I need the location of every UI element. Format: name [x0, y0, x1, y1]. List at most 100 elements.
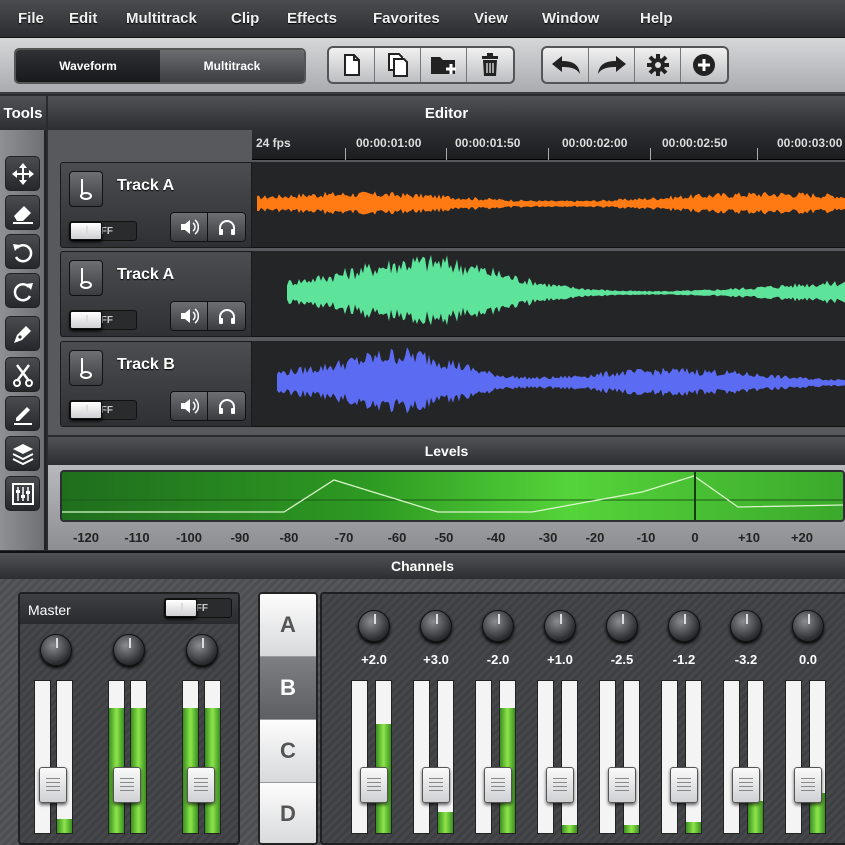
track-name: Track B [117, 356, 175, 373]
headphones-icon [218, 309, 235, 324]
menu-effects[interactable]: Effects [287, 10, 337, 27]
tab-multitrack[interactable]: Multitrack [160, 50, 304, 82]
channel-knob[interactable] [668, 610, 700, 642]
track-header: Track A OFF [60, 162, 252, 248]
add-icon [693, 54, 715, 76]
menu-help[interactable]: Help [640, 10, 673, 27]
move-tool-button[interactable] [5, 156, 40, 191]
bank-c-button[interactable]: C [260, 720, 316, 783]
level-scale-label: -90 [230, 530, 250, 545]
fader-handle[interactable] [484, 767, 512, 803]
fader-handle[interactable] [187, 767, 215, 803]
track-instrument-button[interactable] [69, 171, 103, 207]
channel-knob[interactable] [606, 610, 638, 642]
menu-favorites[interactable]: Favorites [373, 10, 440, 27]
fader-track [623, 680, 640, 834]
undo-button[interactable] [543, 48, 589, 82]
fader-track [537, 680, 554, 834]
pencil-tool-button[interactable] [5, 396, 40, 431]
redo-button[interactable] [589, 48, 635, 82]
pen-tool-button[interactable] [5, 316, 40, 351]
waveform [257, 191, 845, 215]
rotate-right-tool-button[interactable] [5, 273, 40, 308]
ruler-tick [757, 148, 758, 160]
timeline-ruler[interactable]: 24 fps 00:00:01:00 00:00:01:50 00:00:02:… [252, 130, 845, 160]
fader-track [130, 680, 147, 834]
channel-knob[interactable] [358, 610, 390, 642]
fader-handle[interactable] [732, 767, 760, 803]
copy-button[interactable] [375, 48, 421, 82]
new-folder-button[interactable] [421, 48, 467, 82]
new-file-icon [343, 54, 360, 76]
delete-button[interactable] [467, 48, 513, 82]
fader-track [437, 680, 454, 834]
track-lane[interactable] [252, 341, 845, 427]
channel-knob[interactable] [730, 610, 762, 642]
track-lane[interactable] [252, 251, 845, 337]
menu-file[interactable]: File [18, 10, 44, 27]
new-file-button[interactable] [329, 48, 375, 82]
menu-multitrack[interactable]: Multitrack [126, 10, 197, 27]
tools-title: Tools [0, 96, 46, 130]
add-button[interactable] [681, 48, 727, 82]
new-folder-icon [430, 57, 456, 74]
bank-b-button[interactable]: B [260, 657, 316, 720]
headphones-button[interactable] [208, 213, 245, 241]
fader-handle[interactable] [794, 767, 822, 803]
track-audio-controls [170, 212, 246, 242]
fader-handle[interactable] [608, 767, 636, 803]
scissors-tool-button[interactable] [5, 357, 40, 392]
fader-handle[interactable] [422, 767, 450, 803]
channel-knob[interactable] [792, 610, 824, 642]
track-toggle[interactable]: OFF [69, 221, 137, 241]
fader-handle[interactable] [546, 767, 574, 803]
fader-handle[interactable] [360, 767, 388, 803]
bank-a-button[interactable]: A [260, 594, 316, 657]
copy-icon [387, 53, 408, 77]
menu-window[interactable]: Window [542, 10, 599, 27]
master-knob[interactable] [40, 634, 72, 666]
speaker-button[interactable] [171, 302, 208, 330]
channel-value: 0.0 [798, 652, 818, 667]
headphones-button[interactable] [208, 392, 245, 420]
mixer-tool-button[interactable] [5, 476, 40, 511]
speaker-button[interactable] [171, 392, 208, 420]
ruler-tick [446, 148, 447, 160]
settings-button[interactable] [635, 48, 681, 82]
bank-d-button[interactable]: D [260, 783, 316, 843]
level-scale-label: -30 [538, 530, 558, 545]
action-button-group [541, 46, 729, 84]
speaker-button[interactable] [171, 213, 208, 241]
fader-handle[interactable] [39, 767, 67, 803]
menu-edit[interactable]: Edit [69, 10, 97, 27]
channel-knob[interactable] [420, 610, 452, 642]
fader-level-fill [748, 801, 763, 833]
menu-view[interactable]: View [474, 10, 508, 27]
master-knob[interactable] [113, 634, 145, 666]
rotate-left-icon [12, 243, 32, 262]
headphones-button[interactable] [208, 302, 245, 330]
track-instrument-button[interactable] [69, 350, 103, 386]
track-name: Track A [117, 266, 175, 283]
track-toggle[interactable]: OFF [69, 400, 137, 420]
track-toggle[interactable]: OFF [69, 310, 137, 330]
tab-waveform[interactable]: Waveform [16, 50, 160, 82]
master-toggle[interactable]: OFF [164, 598, 232, 618]
track-instrument-button[interactable] [69, 260, 103, 296]
eraser-tool-button[interactable] [5, 195, 40, 230]
channel-knob[interactable] [544, 610, 576, 642]
layers-tool-button[interactable] [5, 436, 40, 471]
pen-icon [13, 325, 31, 343]
waveform-shape [257, 191, 845, 215]
fader-handle[interactable] [670, 767, 698, 803]
waveform-shape [287, 255, 845, 326]
trash-icon [482, 53, 498, 76]
track-lane[interactable] [252, 162, 845, 248]
master-knob[interactable] [186, 634, 218, 666]
menu-clip[interactable]: Clip [231, 10, 259, 27]
fader-handle[interactable] [113, 767, 141, 803]
channel-knob[interactable] [482, 610, 514, 642]
rotate-left-tool-button[interactable] [5, 234, 40, 269]
levels-title: Levels [48, 437, 845, 465]
tools-panel [0, 130, 46, 550]
